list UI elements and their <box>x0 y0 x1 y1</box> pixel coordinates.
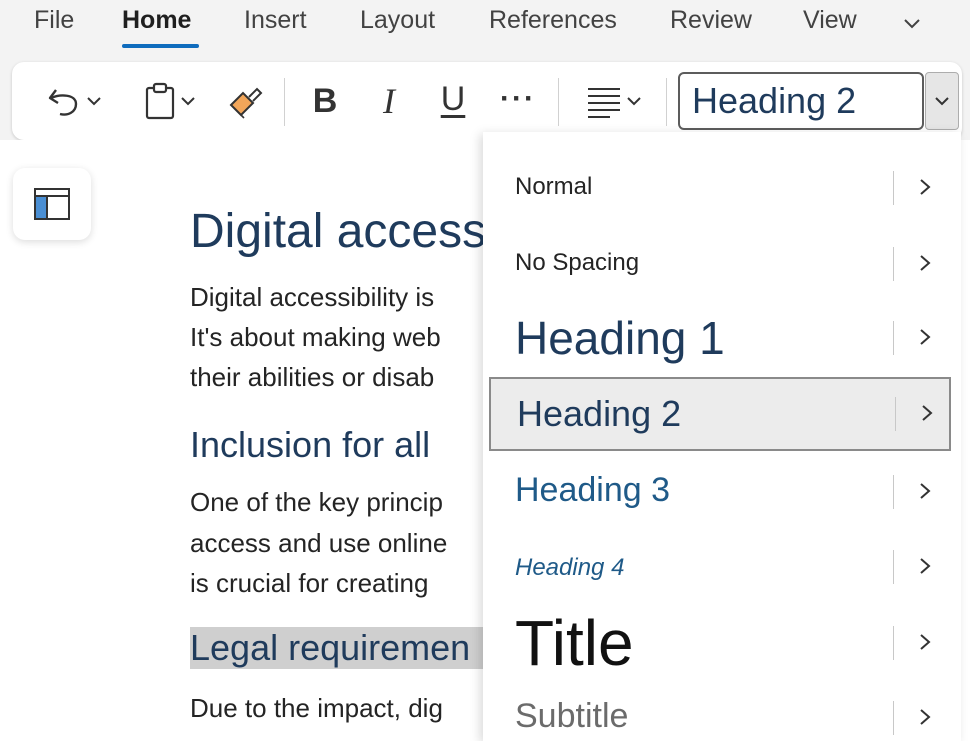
tab-layout[interactable]: Layout <box>360 6 435 35</box>
ribbon-separator <box>666 78 667 126</box>
style-item-label: Heading 1 <box>515 312 725 364</box>
style-item-label: Normal <box>515 173 593 200</box>
more-formatting-button[interactable]: ··· <box>490 76 546 122</box>
more-tabs-chevron-icon[interactable] <box>900 12 924 36</box>
ribbon-separator <box>558 78 559 126</box>
document-body[interactable]: Digital access Digital accessibility is … <box>190 140 490 741</box>
alignment-dropdown-chevron-icon[interactable] <box>624 91 644 111</box>
chevron-right-icon[interactable] <box>917 177 933 197</box>
style-item-normal[interactable]: Normal <box>489 153 951 223</box>
style-gallery-dropdown-button[interactable] <box>925 72 959 130</box>
document-paragraph-line[interactable]: Due to the impact, dig <box>190 693 443 724</box>
style-item-no-spacing[interactable]: No Spacing <box>489 229 951 299</box>
chevron-right-icon[interactable] <box>917 327 933 347</box>
chevron-right-icon[interactable] <box>917 253 933 273</box>
style-item-label: Heading 4 <box>515 554 625 581</box>
style-item-label: No Spacing <box>515 249 640 276</box>
alignment-button[interactable] <box>574 78 654 124</box>
document-heading-inclusion[interactable]: Inclusion for all <box>190 424 430 466</box>
chevron-right-icon[interactable] <box>917 632 933 652</box>
style-gallery-dropdown: Normal No Spacing Heading 1 Heading 2 He… <box>483 132 961 741</box>
tab-review[interactable]: Review <box>670 6 752 35</box>
clipboard-icon <box>145 82 175 120</box>
style-item-subtitle[interactable]: Subtitle <box>489 683 951 741</box>
navigation-pane-icon <box>34 188 70 220</box>
tab-insert[interactable]: Insert <box>244 6 307 35</box>
style-item-heading-3[interactable]: Heading 3 <box>489 457 951 527</box>
undo-button[interactable] <box>38 80 112 122</box>
tab-home[interactable]: Home <box>122 6 191 35</box>
document-paragraph-line[interactable]: their abilities or disab <box>190 362 434 393</box>
tab-references[interactable]: References <box>489 6 617 35</box>
underline-button[interactable]: U <box>430 76 476 122</box>
style-item-heading-1[interactable]: Heading 1 <box>489 303 951 373</box>
tab-file[interactable]: File <box>34 6 74 35</box>
align-left-icon <box>588 88 620 118</box>
style-name-input[interactable]: Heading 2 <box>678 72 924 130</box>
italic-button[interactable]: I <box>366 78 412 124</box>
chevron-right-icon[interactable] <box>917 707 933 727</box>
document-paragraph-line[interactable]: One of the key princip <box>190 487 443 518</box>
style-item-heading-4[interactable]: Heading 4 <box>489 532 951 602</box>
paste-dropdown-chevron-icon[interactable] <box>178 91 198 111</box>
style-item-label: Heading 2 <box>517 393 682 434</box>
style-item-divider <box>893 626 894 660</box>
chevron-right-icon[interactable] <box>919 403 935 423</box>
chevron-right-icon[interactable] <box>917 481 933 501</box>
active-tab-indicator <box>122 44 199 48</box>
style-item-heading-2[interactable]: Heading 2 <box>489 377 951 451</box>
document-paragraph-line[interactable]: access and use online <box>190 528 447 559</box>
style-item-label: Heading 3 <box>515 471 671 509</box>
document-heading-1[interactable]: Digital access <box>190 204 486 259</box>
style-item-divider <box>895 397 896 431</box>
style-item-label: Subtitle <box>515 697 629 735</box>
ribbon-separator <box>284 78 285 126</box>
style-item-label: Title <box>515 607 634 679</box>
document-paragraph-line[interactable]: It's about making web <box>190 322 441 353</box>
format-painter-button[interactable] <box>222 78 268 124</box>
navigation-pane-button[interactable] <box>13 168 91 240</box>
style-item-title[interactable]: Title <box>489 607 951 679</box>
bold-button[interactable]: B <box>302 78 348 124</box>
tab-view[interactable]: View <box>803 6 857 35</box>
undo-icon <box>48 89 78 116</box>
chevron-down-icon <box>935 97 949 106</box>
style-item-divider <box>893 550 894 584</box>
paste-button[interactable] <box>132 78 208 124</box>
document-paragraph-line[interactable]: is crucial for creating <box>190 568 428 599</box>
ribbon-toolbar: B I U ··· Heading 2 <box>12 62 962 140</box>
document-paragraph-line[interactable]: Digital accessibility is <box>190 282 434 313</box>
style-item-divider <box>893 321 894 355</box>
document-heading-legal-selected[interactable]: Legal requiremen <box>190 627 490 669</box>
chevron-right-icon[interactable] <box>917 556 933 576</box>
style-item-divider <box>893 171 894 205</box>
style-item-divider <box>893 701 894 735</box>
style-item-divider <box>893 475 894 509</box>
format-painter-icon <box>229 87 263 119</box>
menu-tabs: File Home Insert Layout References Revie… <box>0 0 970 56</box>
style-item-divider <box>893 247 894 281</box>
undo-dropdown-chevron-icon[interactable] <box>84 91 104 111</box>
